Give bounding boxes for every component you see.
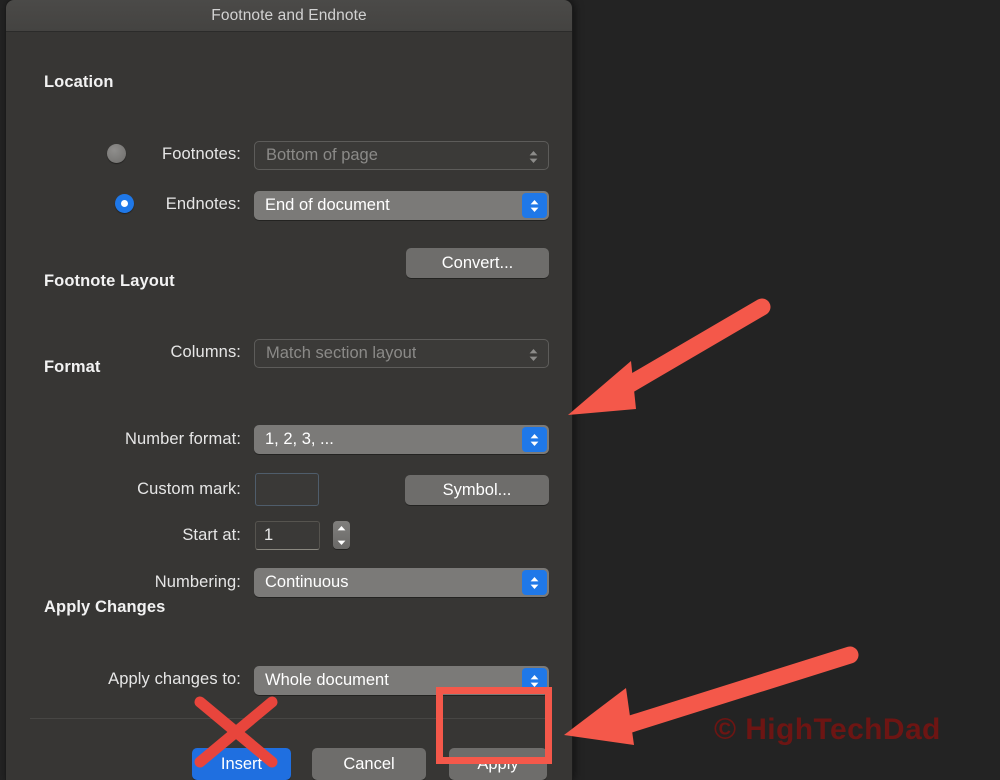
custom-mark-input[interactable]: [255, 473, 319, 506]
chevron-up-down-icon: [522, 193, 547, 218]
arrow-to-number-format-icon: [568, 298, 771, 415]
chevron-up-down-icon: [522, 570, 547, 595]
arrow-to-apply-icon: [564, 646, 859, 745]
popup-numbering[interactable]: Continuous: [254, 568, 549, 597]
dialog-body: Location Footnotes: Bottom of page Endno…: [6, 32, 572, 780]
chevron-up-down-icon: [521, 144, 546, 169]
popup-endnotes-location[interactable]: End of document: [254, 191, 549, 220]
label-numbering: Numbering:: [154, 573, 241, 591]
popup-number-format[interactable]: 1, 2, 3, ...: [254, 425, 549, 454]
dialog-title: Footnote and Endnote: [211, 6, 367, 24]
apply-button[interactable]: Apply: [449, 748, 547, 780]
section-heading-footnote-layout: Footnote Layout: [44, 272, 175, 290]
chevron-up-down-icon: [522, 668, 547, 693]
screen: Footnote and Endnote Location Footnotes:…: [0, 0, 1000, 780]
popup-footnotes-location[interactable]: Bottom of page: [254, 141, 549, 170]
convert-button[interactable]: Convert...: [406, 248, 549, 278]
popup-columns[interactable]: Match section layout: [254, 339, 549, 368]
label-start-at: Start at:: [182, 526, 241, 544]
popup-number-format-value: 1, 2, 3, ...: [265, 430, 334, 448]
start-at-input[interactable]: 1: [255, 521, 320, 550]
watermark: © HighTechDad: [714, 713, 941, 746]
label-number-format: Number format:: [124, 430, 241, 448]
popup-endnotes-location-value: End of document: [265, 196, 390, 214]
label-custom-mark: Custom mark:: [137, 480, 241, 498]
footer-separator: [30, 718, 548, 719]
popup-footnotes-location-value: Bottom of page: [266, 146, 378, 164]
chevron-up-down-icon: [522, 427, 547, 452]
footnote-endnote-dialog: Footnote and Endnote Location Footnotes:…: [6, 0, 572, 780]
popup-numbering-value: Continuous: [265, 573, 349, 591]
section-heading-location: Location: [44, 73, 114, 91]
label-endnotes: Endnotes:: [165, 195, 241, 213]
stepper-up-down-icon[interactable]: [333, 521, 350, 549]
symbol-button[interactable]: Symbol...: [405, 475, 549, 505]
dialog-titlebar: Footnote and Endnote: [6, 0, 572, 32]
popup-apply-changes-to-value: Whole document: [265, 671, 389, 689]
section-heading-apply-changes: Apply Changes: [44, 598, 166, 616]
section-heading-format: Format: [44, 358, 101, 376]
chevron-up-down-icon: [521, 342, 546, 367]
popup-columns-value: Match section layout: [266, 344, 417, 362]
label-apply-changes-to: Apply changes to:: [108, 670, 241, 688]
label-footnotes: Footnotes:: [162, 145, 241, 163]
cancel-button[interactable]: Cancel: [312, 748, 426, 780]
insert-button[interactable]: Insert: [192, 748, 291, 780]
popup-apply-changes-to[interactable]: Whole document: [254, 666, 549, 695]
